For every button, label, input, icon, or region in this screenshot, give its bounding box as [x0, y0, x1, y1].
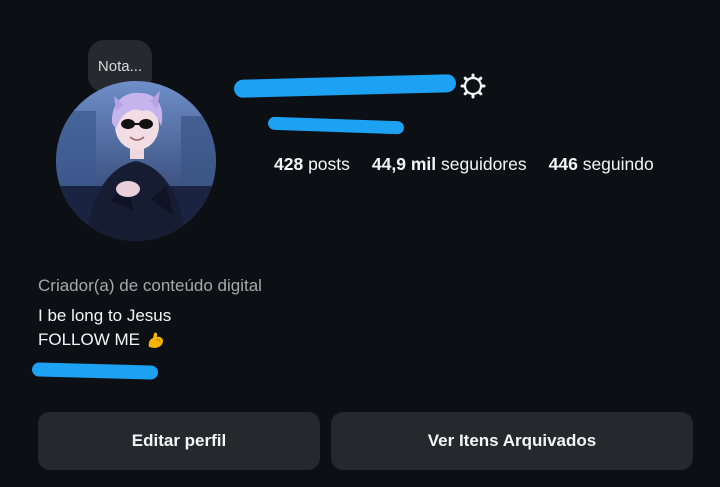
posts-label: posts — [308, 154, 350, 174]
followers-count: 44,9 mil — [371, 154, 437, 174]
profile-page: Nota... 428 posts 44,9 mil seguidores 44… — [0, 0, 720, 487]
bio-line-2: FOLLOW ME — [38, 330, 166, 350]
followers-label: seguidores — [441, 154, 527, 174]
view-archive-button[interactable]: Ver Itens Arquivados — [331, 412, 693, 470]
following-count: 446 — [548, 154, 578, 174]
avatar[interactable] — [56, 81, 216, 241]
posts-stat[interactable]: 428 posts — [274, 154, 350, 175]
bio-line-1: I be long to Jesus — [38, 306, 172, 325]
bio-link-redacted[interactable] — [31, 362, 159, 380]
flexed-biceps-icon — [148, 332, 164, 348]
following-stat[interactable]: 446 seguindo — [549, 154, 654, 175]
note-text: Nota... — [97, 57, 143, 75]
username-row — [233, 66, 486, 106]
followers-stat[interactable]: 44,9 mil seguidores — [372, 154, 527, 175]
display-name-redacted — [267, 116, 405, 135]
bio-line-2-text: FOLLOW ME — [38, 330, 141, 349]
posts-count: 428 — [274, 154, 304, 174]
profile-stats: 428 posts 44,9 mil seguidores 446 seguin… — [274, 154, 654, 175]
following-label: seguindo — [582, 154, 654, 174]
gear-icon[interactable] — [460, 73, 486, 99]
edit-profile-button[interactable]: Editar perfil — [38, 412, 320, 470]
profile-category: Criador(a) de conteúdo digital — [38, 276, 262, 295]
avatar-image — [56, 81, 216, 241]
username-redacted[interactable] — [233, 74, 457, 98]
